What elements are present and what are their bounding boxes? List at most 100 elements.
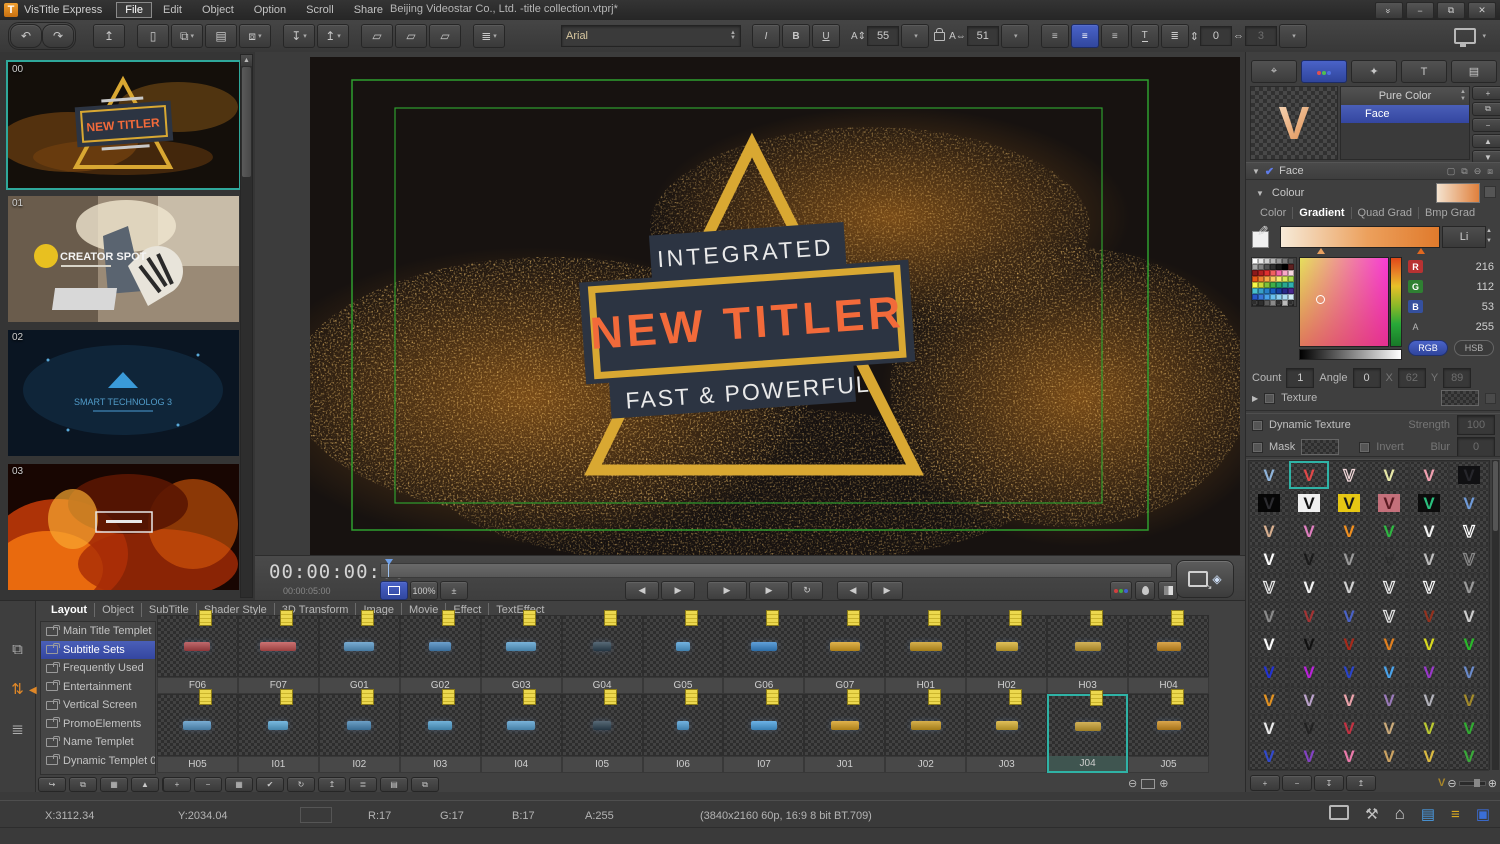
clip-in-button[interactable]: ▱: [361, 24, 393, 48]
thumb-size-button[interactable]: ▦: [225, 777, 253, 792]
style-preset-swatch[interactable]: V: [1369, 714, 1409, 743]
face-section-header[interactable]: ▼ ✔ Face ▢ ⧉ ⊖ ⧈: [1246, 162, 1500, 180]
tree-view-icon[interactable]: ⧉: [12, 641, 23, 658]
style-preset-swatch[interactable]: V: [1329, 461, 1369, 490]
template-zoom-out-icon[interactable]: ⊖: [1128, 777, 1137, 790]
category-name-templet[interactable]: Name Templet: [41, 733, 155, 752]
template-cell-j02[interactable]: [885, 689, 967, 756]
grad-tab-bmp-grad[interactable]: Bmp Grad: [1419, 207, 1481, 219]
alpha-view-button[interactable]: [1135, 581, 1155, 600]
go-start-button[interactable]: ◀: [837, 581, 869, 600]
panel-opt2-icon[interactable]: ⧉: [1461, 166, 1467, 177]
style-preset-swatch[interactable]: V: [1409, 686, 1449, 715]
style-preset-swatch[interactable]: V: [1329, 545, 1369, 574]
palette-swatch[interactable]: [1288, 300, 1294, 306]
template-cell-j04[interactable]: [1047, 690, 1129, 756]
script-button[interactable]: ≣ ▾: [473, 24, 505, 48]
grayscale-bar[interactable]: [1299, 349, 1402, 360]
category-promoelements[interactable]: PromoElements: [41, 715, 155, 734]
zoom-in-icon[interactable]: ⊕: [1488, 777, 1497, 790]
apply-template-button[interactable]: ✔: [256, 777, 284, 792]
scroll-up-icon[interactable]: ▲: [241, 55, 252, 66]
style-preset-swatch[interactable]: V: [1449, 517, 1489, 546]
interpolation-select[interactable]: Li: [1442, 226, 1486, 248]
template-cell-f06[interactable]: [157, 610, 238, 677]
preview-monitor-icon[interactable]: [1454, 28, 1477, 47]
line-spacing-field[interactable]: 0: [1199, 26, 1232, 46]
menu-object[interactable]: Object: [193, 2, 243, 18]
layer-list-icon[interactable]: ≣: [11, 720, 24, 738]
template-cell-h01[interactable]: [885, 610, 967, 677]
style-preset-swatch[interactable]: V: [1449, 461, 1489, 490]
style-preset-swatch[interactable]: V: [1249, 658, 1289, 687]
tab-effects[interactable]: ✦: [1351, 60, 1397, 83]
style-preset-swatch[interactable]: V: [1289, 630, 1329, 659]
field-count[interactable]: 1: [1286, 368, 1315, 388]
export-selected-button[interactable]: ↥: [318, 777, 346, 792]
template-cell-h03[interactable]: [1047, 610, 1129, 677]
template-cell-g02[interactable]: [399, 610, 481, 677]
panel-opt3-icon[interactable]: ⊖: [1474, 166, 1482, 177]
clip-out-button[interactable]: ▱: [429, 24, 461, 48]
lock-ratio-icon[interactable]: [934, 27, 946, 41]
vertical-text-button[interactable]: T: [1130, 24, 1159, 48]
gradient-stop-marker[interactable]: [1317, 248, 1325, 254]
style-preset-swatch[interactable]: V: [1289, 545, 1329, 574]
style-preset-swatch[interactable]: V: [1329, 686, 1369, 715]
import-project-button[interactable]: ↥: [93, 24, 125, 48]
style-preset-swatch[interactable]: V: [1329, 630, 1369, 659]
menu-option[interactable]: Option: [245, 2, 295, 18]
template-cell-g06[interactable]: [723, 610, 805, 677]
font-family-select[interactable]: Arial ▲ ▼: [561, 25, 741, 47]
style-preset-swatch[interactable]: V: [1449, 686, 1489, 715]
undo-button[interactable]: ↶: [10, 24, 42, 48]
panel-opt4-icon[interactable]: ⧈: [1487, 166, 1493, 177]
channel-b-value[interactable]: 53: [1482, 301, 1494, 313]
prev-frame-button[interactable]: ◀: [625, 581, 659, 600]
category-vertical-screen[interactable]: Vertical Screen: [41, 696, 155, 715]
style-preset-swatch[interactable]: V: [1329, 601, 1369, 631]
timeline-scrubber[interactable]: [380, 559, 1172, 578]
style-preset-swatch[interactable]: V: [1249, 545, 1289, 574]
style-preset-swatch[interactable]: V: [1289, 742, 1329, 772]
save-all-button[interactable]: ⧈ ▾: [239, 24, 271, 48]
font-size-dropdown[interactable]: ▾: [901, 24, 930, 48]
snapshot-button[interactable]: ⧉: [411, 777, 439, 792]
scrollbar-thumb[interactable]: [242, 67, 251, 177]
font-spinner[interactable]: ▲ ▼: [730, 30, 736, 41]
style-preset-swatch[interactable]: V: [1449, 573, 1489, 602]
category-main-title-templet[interactable]: Main Title Templet: [41, 622, 155, 641]
style-preset-swatch[interactable]: V: [1369, 686, 1409, 715]
style-preset-swatch[interactable]: V: [1369, 630, 1409, 659]
menu-scroll[interactable]: Scroll: [297, 2, 343, 18]
style-preset-swatch[interactable]: V: [1409, 545, 1449, 574]
zoom-out-icon[interactable]: ⊖: [1447, 777, 1456, 790]
template-cell-i02[interactable]: [318, 689, 400, 756]
fit-view-button[interactable]: [380, 581, 408, 600]
grad-tab-gradient[interactable]: Gradient: [1293, 207, 1352, 219]
style-preset-swatch[interactable]: V: [1409, 517, 1449, 546]
add-template-button[interactable]: +: [163, 777, 191, 792]
underline-button[interactable]: U: [812, 24, 840, 48]
page-thumbnail-02[interactable]: SMART TECHNOLOG 3 02: [8, 330, 239, 456]
category-dynamic-templet-0[interactable]: Dynamic Templet 0: [41, 752, 155, 771]
style-preset-swatch[interactable]: V: [1249, 742, 1289, 772]
interpolation-spinner[interactable]: ▲ ▼: [1486, 226, 1492, 246]
style-preset-swatch[interactable]: V: [1329, 742, 1369, 772]
import-template-button[interactable]: ↧ ▾: [283, 24, 315, 48]
category-entertainment[interactable]: Entertainment: [41, 678, 155, 697]
add-layer-button[interactable]: +: [1472, 86, 1500, 100]
style-preset-swatch[interactable]: V: [1289, 489, 1329, 518]
close-button[interactable]: ✕: [1468, 2, 1496, 19]
rgb-channels-button[interactable]: [1110, 581, 1132, 600]
template-cell-h05[interactable]: [157, 689, 238, 756]
play-button[interactable]: ▶: [707, 581, 747, 600]
settings-wrench-icon[interactable]: ⚒: [1365, 805, 1378, 823]
thumbnail-scrollbar[interactable]: ▲: [240, 54, 253, 598]
preset-grid-scrollbar[interactable]: [1492, 460, 1499, 770]
style-preset-swatch[interactable]: V: [1409, 573, 1449, 602]
external-monitor-icon[interactable]: [1329, 804, 1350, 824]
template-cell-j05[interactable]: [1128, 689, 1209, 756]
page-thumbnail-00[interactable]: NEW TITLER 00: [6, 60, 241, 190]
style-preset-swatch[interactable]: V: [1329, 658, 1369, 687]
